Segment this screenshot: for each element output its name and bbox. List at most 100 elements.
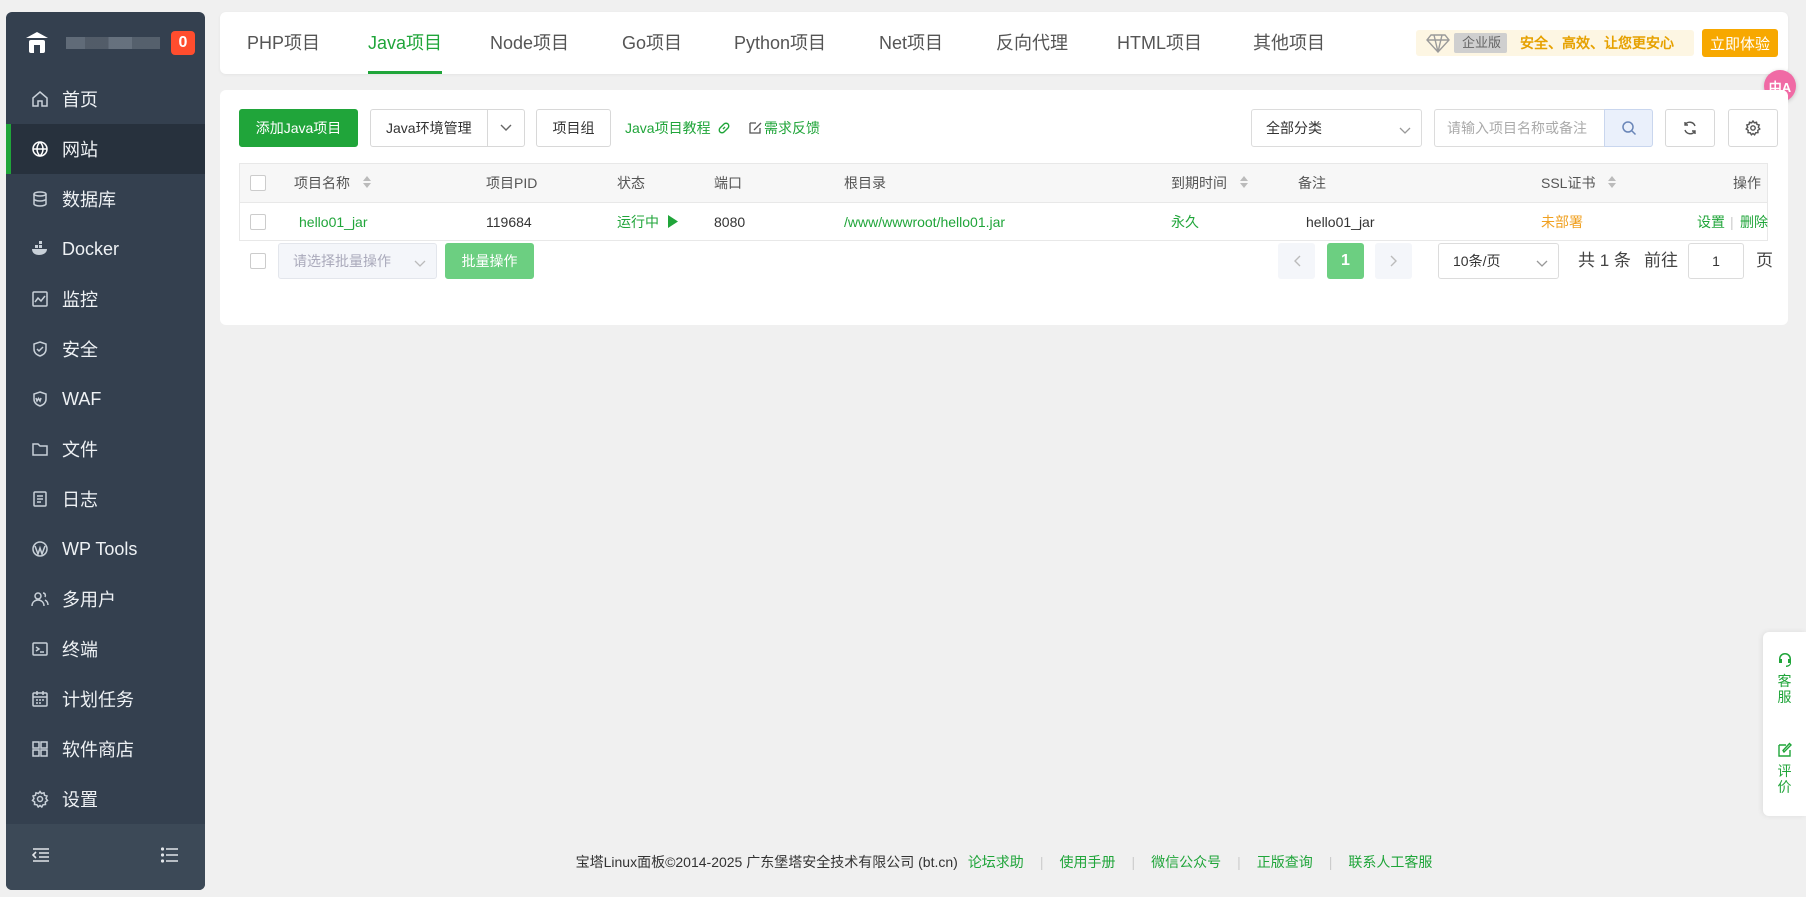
database-icon bbox=[30, 189, 50, 209]
sidebar-item-label: WP Tools bbox=[62, 538, 138, 559]
settings-link[interactable]: 设置 bbox=[1697, 203, 1725, 241]
home-icon bbox=[30, 89, 50, 109]
row-checkbox[interactable] bbox=[250, 214, 266, 230]
diamond-icon bbox=[1426, 33, 1450, 57]
review-button[interactable]: 评价 bbox=[1763, 742, 1806, 795]
gear-icon bbox=[1745, 120, 1761, 136]
sort-icon[interactable] bbox=[1607, 165, 1617, 203]
ssl-status-link[interactable]: 未部署 bbox=[1541, 203, 1583, 241]
feedback-link[interactable]: 需求反馈 bbox=[748, 118, 820, 138]
tab-python[interactable]: Python项目 bbox=[734, 12, 826, 74]
sidebar-item-app-store[interactable]: 软件商店 bbox=[6, 724, 205, 774]
calendar-icon bbox=[30, 689, 50, 709]
sidebar-item-label: 计划任务 bbox=[62, 690, 134, 710]
settings-button[interactable] bbox=[1728, 109, 1778, 147]
col-header-label: 项目名称 bbox=[294, 175, 350, 191]
wordpress-icon bbox=[30, 539, 50, 559]
sidebar-item-label: 终端 bbox=[62, 640, 98, 660]
sidebar-item-database[interactable]: 数据库 bbox=[6, 174, 205, 224]
customer-service-button[interactable]: 客服 bbox=[1763, 652, 1806, 705]
bulk-select-checkbox[interactable] bbox=[250, 253, 266, 269]
java-env-label: Java环境管理 bbox=[386, 120, 472, 136]
sidebar-item-settings[interactable]: 设置 bbox=[6, 774, 205, 824]
shield-icon bbox=[30, 339, 50, 359]
log-icon bbox=[30, 489, 50, 509]
tab-net[interactable]: Net项目 bbox=[879, 12, 943, 74]
user-manual-link[interactable]: 使用手册 bbox=[1059, 852, 1115, 872]
goto-page-input[interactable]: 1 bbox=[1688, 243, 1744, 279]
project-status-toggle[interactable]: 运行中 bbox=[617, 203, 678, 241]
next-page-button[interactable] bbox=[1375, 243, 1412, 279]
page-number-button[interactable]: 1 bbox=[1327, 243, 1364, 279]
sidebar-item-files[interactable]: 文件 bbox=[6, 424, 205, 474]
sidebar-item-label: 日志 bbox=[62, 490, 98, 510]
review-label: 评价 bbox=[1777, 763, 1792, 795]
tab-go[interactable]: Go项目 bbox=[622, 12, 682, 74]
table-header: 项目名称 项目PID 状态 端口 根目录 到期时间 备注 SSL证书 操作 bbox=[240, 164, 1767, 203]
tab-reverse-proxy[interactable]: 反向代理 bbox=[996, 12, 1068, 74]
forum-help-link[interactable]: 论坛求助 bbox=[968, 852, 1024, 872]
license-check-link[interactable]: 正版查询 bbox=[1257, 852, 1313, 872]
sidebar-header: 0 bbox=[6, 12, 205, 74]
tab-html[interactable]: HTML项目 bbox=[1117, 12, 1202, 74]
tab-node[interactable]: Node项目 bbox=[490, 12, 569, 74]
chevron-left-icon bbox=[1293, 255, 1301, 267]
contact-support-link[interactable]: 联系人工客服 bbox=[1348, 852, 1432, 872]
tab-java[interactable]: Java项目 bbox=[368, 12, 443, 74]
collapse-sidebar-icon[interactable] bbox=[31, 847, 50, 867]
sort-icon[interactable] bbox=[1239, 165, 1249, 203]
col-header-pid: 项目PID bbox=[486, 175, 538, 191]
bulk-action-placeholder: 请选择批量操作 bbox=[293, 253, 391, 269]
sidebar-item-website[interactable]: 网站 bbox=[6, 124, 205, 174]
globe-icon bbox=[30, 139, 50, 159]
sidebar-item-cron[interactable]: 计划任务 bbox=[6, 674, 205, 724]
search-input[interactable] bbox=[1434, 109, 1604, 147]
search-button[interactable] bbox=[1604, 109, 1653, 147]
sidebar-item-home[interactable]: 首页 bbox=[6, 74, 205, 124]
sidebar-item-docker[interactable]: Docker bbox=[6, 224, 205, 274]
project-group-button[interactable]: 项目组 bbox=[536, 109, 611, 147]
delete-link[interactable]: 删除 bbox=[1740, 203, 1768, 241]
sidebar-item-wp-tools[interactable]: WP Tools bbox=[6, 524, 205, 574]
tab-php[interactable]: PHP项目 bbox=[247, 12, 320, 74]
add-java-project-button[interactable]: 添加Java项目 bbox=[239, 109, 358, 147]
page-size-select[interactable]: 10条/页 bbox=[1438, 243, 1559, 279]
project-root-link[interactable]: /www/wwwroot/hello01.jar bbox=[844, 203, 1005, 241]
sidebar-item-security[interactable]: 安全 bbox=[6, 324, 205, 374]
sidebar-item-logs[interactable]: 日志 bbox=[6, 474, 205, 524]
select-all-checkbox[interactable] bbox=[250, 175, 266, 191]
prev-page-button[interactable] bbox=[1278, 243, 1315, 279]
tab-other[interactable]: 其他项目 bbox=[1253, 12, 1325, 74]
col-header-name[interactable]: 项目名称 bbox=[294, 164, 372, 202]
col-header-ops: 操作 bbox=[1733, 175, 1761, 191]
project-panel: 添加Java项目 Java环境管理 项目组 Java项目教程 需求反馈 全部分类 bbox=[220, 90, 1788, 325]
bulk-action-select[interactable]: 请选择批量操作 bbox=[278, 243, 437, 279]
footer-divider: | bbox=[1237, 854, 1241, 870]
col-header-port: 端口 bbox=[714, 175, 742, 191]
sidebar-item-label: 首页 bbox=[62, 90, 98, 110]
notification-badge[interactable]: 0 bbox=[171, 31, 195, 55]
col-header-ssl[interactable]: SSL证书 bbox=[1541, 164, 1617, 202]
enterprise-label: 企业版 bbox=[1454, 33, 1508, 53]
sort-icon[interactable] bbox=[362, 165, 372, 203]
sidebar-item-monitor[interactable]: 监控 bbox=[6, 274, 205, 324]
sidebar-footer bbox=[6, 824, 205, 890]
category-select[interactable]: 全部分类 bbox=[1251, 109, 1422, 147]
try-now-button[interactable]: 立即体验 bbox=[1702, 29, 1778, 57]
sidebar-item-multi-user[interactable]: 多用户 bbox=[6, 574, 205, 624]
sidebar-item-waf[interactable]: WAF bbox=[6, 374, 205, 424]
col-header-expire[interactable]: 到期时间 bbox=[1171, 164, 1249, 202]
java-env-button[interactable]: Java环境管理 bbox=[370, 109, 525, 147]
menu-list-icon[interactable] bbox=[160, 847, 179, 867]
refresh-button[interactable] bbox=[1665, 109, 1715, 147]
enterprise-promo[interactable]: 企业版 安全、高效、让您更安心 bbox=[1416, 30, 1694, 56]
project-expire[interactable]: 永久 bbox=[1171, 203, 1199, 241]
project-remark[interactable]: hello01_jar bbox=[1306, 203, 1375, 241]
sidebar-item-label: 多用户 bbox=[62, 590, 116, 610]
sidebar-item-terminal[interactable]: 终端 bbox=[6, 624, 205, 674]
project-name-link[interactable]: hello01_jar bbox=[299, 203, 368, 241]
wechat-link[interactable]: 微信公众号 bbox=[1151, 852, 1221, 872]
java-tutorial-link[interactable]: Java项目教程 bbox=[625, 118, 731, 138]
chevron-down-icon[interactable] bbox=[487, 110, 524, 146]
bulk-action-button[interactable]: 批量操作 bbox=[445, 243, 534, 279]
